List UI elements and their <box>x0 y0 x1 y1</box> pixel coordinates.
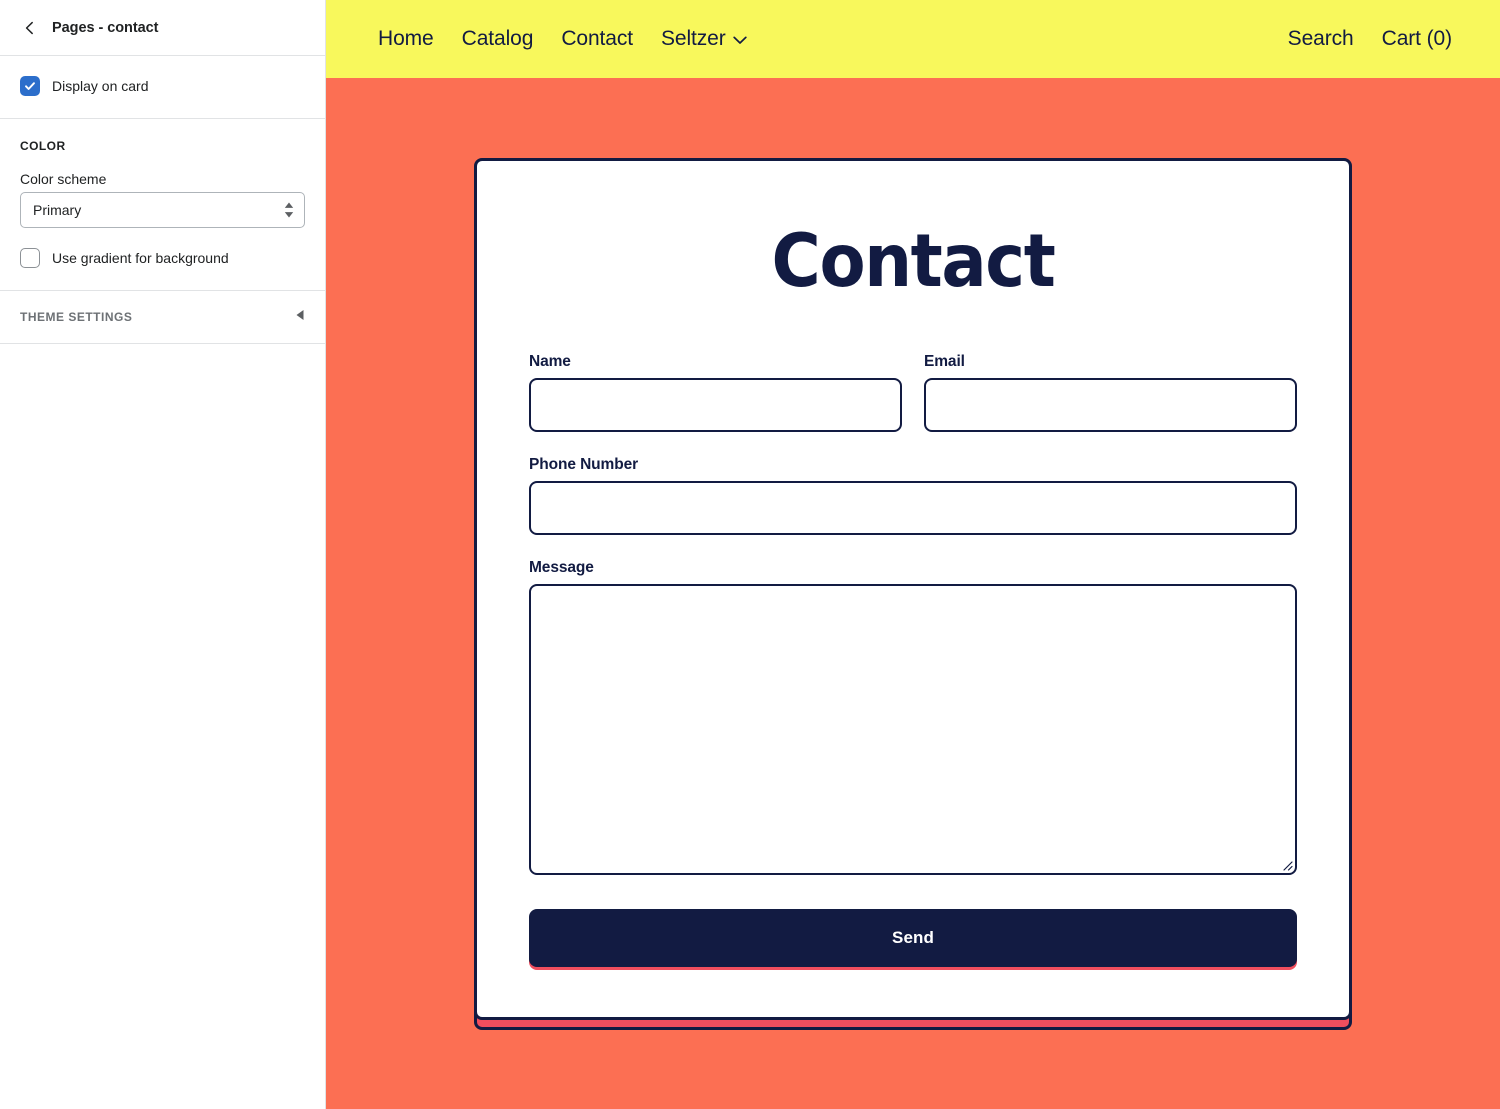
nav-link-catalog[interactable]: Catalog <box>462 27 534 51</box>
color-section-heading: COLOR <box>20 139 66 153</box>
theme-editor-window: Pages - contact Display on card COLOR Co… <box>0 0 1500 1109</box>
form-row-name-email: Name Email <box>529 353 1297 432</box>
sidebar-item-theme-settings[interactable]: THEME SETTINGS <box>0 291 325 344</box>
nav-utility-links: Search Cart (0) <box>1288 27 1452 51</box>
form-row-message: Message <box>529 559 1297 875</box>
color-scheme-value: Primary <box>33 202 82 218</box>
contact-form: Name Email Phone Number Message Send <box>529 353 1297 970</box>
send-button-wrapper: Send <box>529 909 1297 970</box>
page-title: Pages - contact <box>52 19 159 36</box>
contact-card-body: Contact Name Email Phone Number Message … <box>474 158 1352 1020</box>
email-input[interactable] <box>924 378 1297 432</box>
field-group-name: Name <box>529 353 902 432</box>
message-label: Message <box>529 559 594 576</box>
form-row-phone: Phone Number <box>529 456 1297 535</box>
color-scheme-label: Color scheme <box>20 171 107 187</box>
chevron-left-icon[interactable] <box>16 14 44 42</box>
display-on-card-checkbox-row[interactable]: Display on card <box>20 76 305 96</box>
field-group-phone: Phone Number <box>529 456 1297 535</box>
checkbox-empty-icon[interactable] <box>20 248 40 268</box>
storefront-preview: Home Catalog Contact Seltzer Search Cart… <box>326 0 1500 1109</box>
settings-sidebar: Pages - contact Display on card COLOR Co… <box>0 0 326 1109</box>
page-body: Contact Name Email Phone Number Message … <box>326 78 1500 1109</box>
display-on-card-section: Display on card <box>0 56 325 119</box>
storefront-nav: Home Catalog Contact Seltzer Search Cart… <box>326 0 1500 78</box>
nav-link-seltzer[interactable]: Seltzer <box>661 27 747 51</box>
nav-link-home[interactable]: Home <box>378 27 434 51</box>
send-button[interactable]: Send <box>529 909 1297 967</box>
name-label: Name <box>529 353 571 370</box>
use-gradient-checkbox-row[interactable]: Use gradient for background <box>20 248 305 268</box>
display-on-card-label: Display on card <box>52 78 149 94</box>
contact-heading: Contact <box>771 219 1056 304</box>
nav-link-search[interactable]: Search <box>1288 27 1354 51</box>
message-textarea-wrapper <box>529 584 1297 875</box>
color-section: COLOR Color scheme Primary Use gradient … <box>0 119 325 291</box>
nav-link-contact[interactable]: Contact <box>561 27 633 51</box>
email-label: Email <box>924 353 965 370</box>
message-textarea[interactable] <box>529 584 1297 875</box>
chevron-up-down-icon <box>284 202 294 218</box>
check-icon[interactable] <box>20 76 40 96</box>
field-group-email: Email <box>924 353 1297 432</box>
name-input[interactable] <box>529 378 902 432</box>
nav-primary-links: Home Catalog Contact Seltzer <box>378 27 747 51</box>
use-gradient-label: Use gradient for background <box>52 250 229 266</box>
color-scheme-select[interactable]: Primary <box>20 192 305 228</box>
field-group-message: Message <box>529 559 1297 875</box>
nav-link-seltzer-label: Seltzer <box>661 27 726 50</box>
phone-input[interactable] <box>529 481 1297 535</box>
contact-card: Contact Name Email Phone Number Message … <box>474 158 1352 1030</box>
triangle-left-icon[interactable] <box>295 308 305 326</box>
phone-label: Phone Number <box>529 456 639 473</box>
chevron-down-icon <box>733 27 747 51</box>
theme-settings-label: THEME SETTINGS <box>20 310 133 324</box>
nav-link-cart[interactable]: Cart (0) <box>1382 27 1452 51</box>
sidebar-header: Pages - contact <box>0 0 325 56</box>
